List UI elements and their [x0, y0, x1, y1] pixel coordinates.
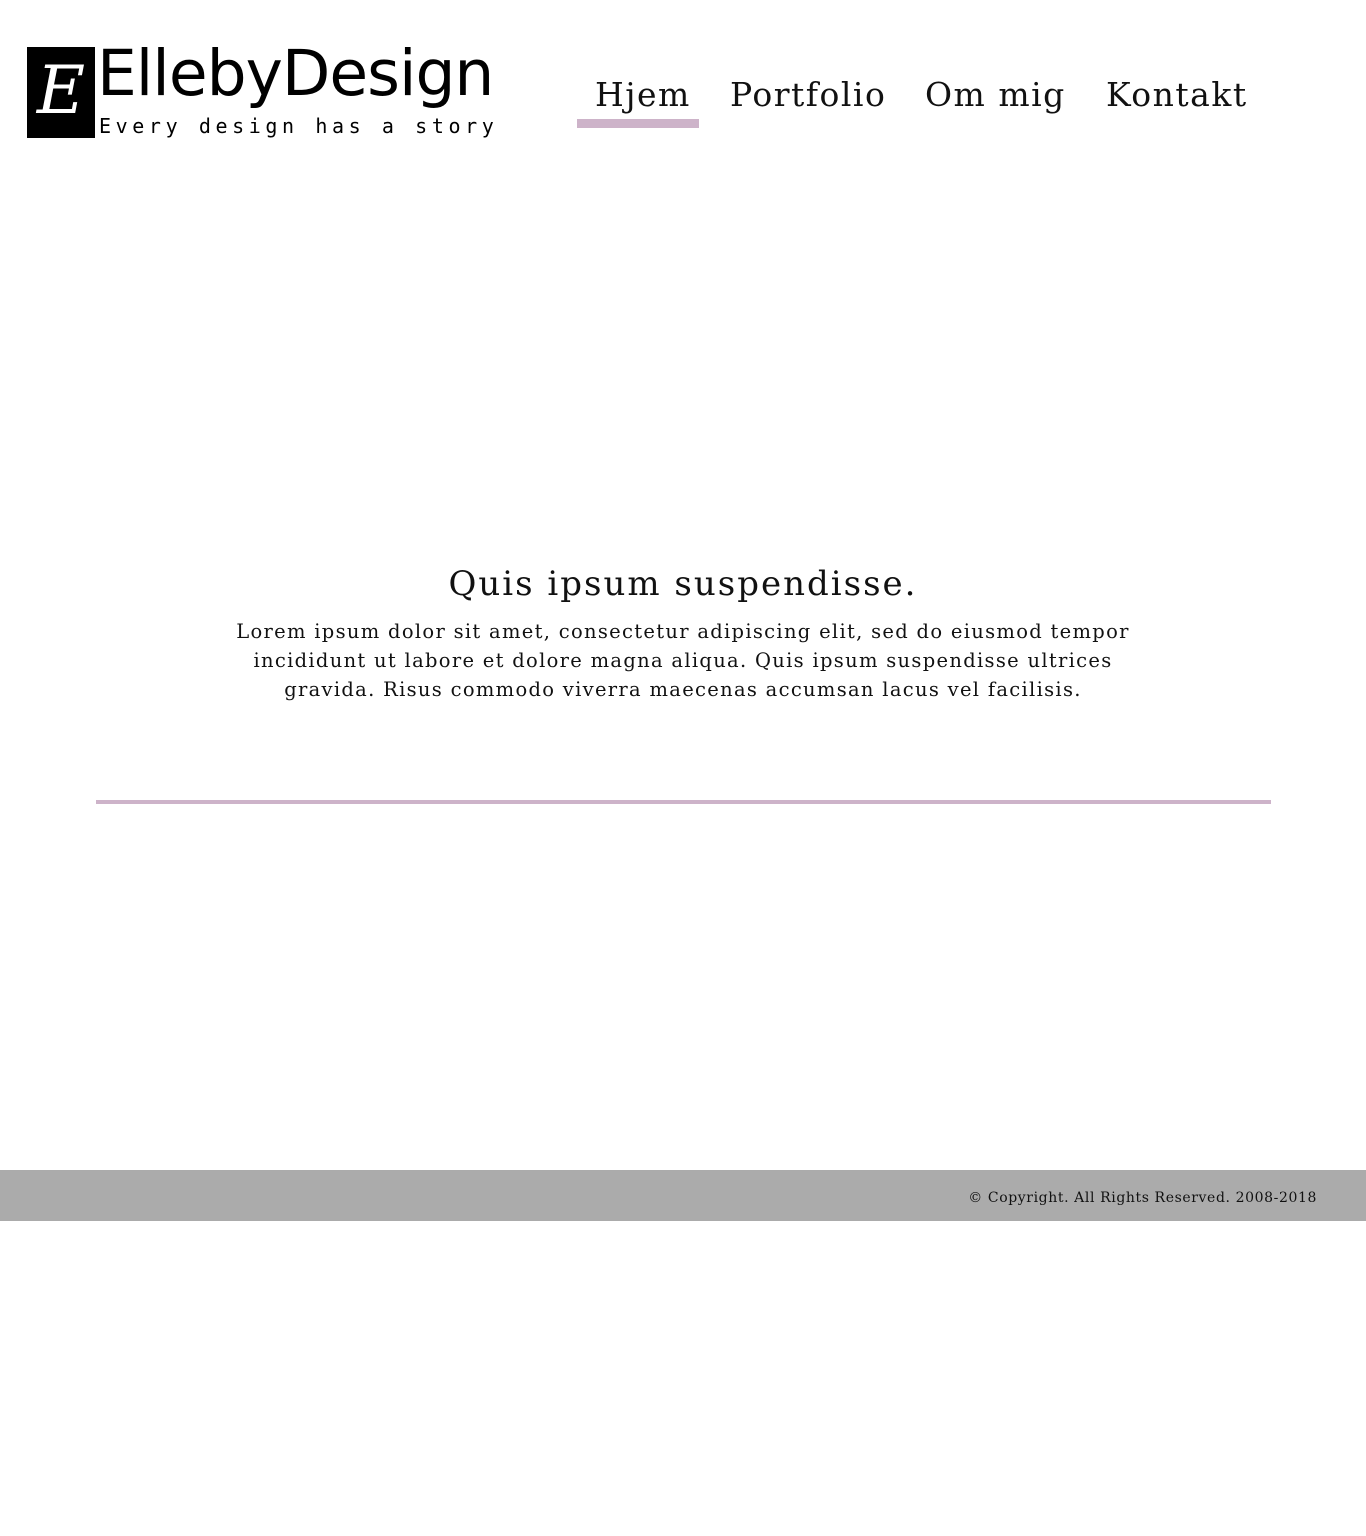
active-nav-indicator — [577, 119, 699, 128]
nav-item-portfolio[interactable]: Portfolio — [730, 72, 886, 118]
nav-item-hjem[interactable]: Hjem — [595, 72, 691, 118]
nav-item-kontakt[interactable]: Kontakt — [1106, 72, 1248, 118]
copyright-text: © Copyright. All Rights Reserved. 2008-2… — [968, 1190, 1317, 1206]
section-divider — [96, 800, 1271, 804]
hero-title: Quis ipsum suspendisse. — [448, 564, 918, 604]
hero-body: Lorem ipsum dolor sit amet, consectetur … — [236, 620, 1130, 701]
nav-item-om-mig[interactable]: Om mig — [925, 72, 1066, 118]
site-footer: © Copyright. All Rights Reserved. 2008-2… — [0, 1170, 1366, 1221]
